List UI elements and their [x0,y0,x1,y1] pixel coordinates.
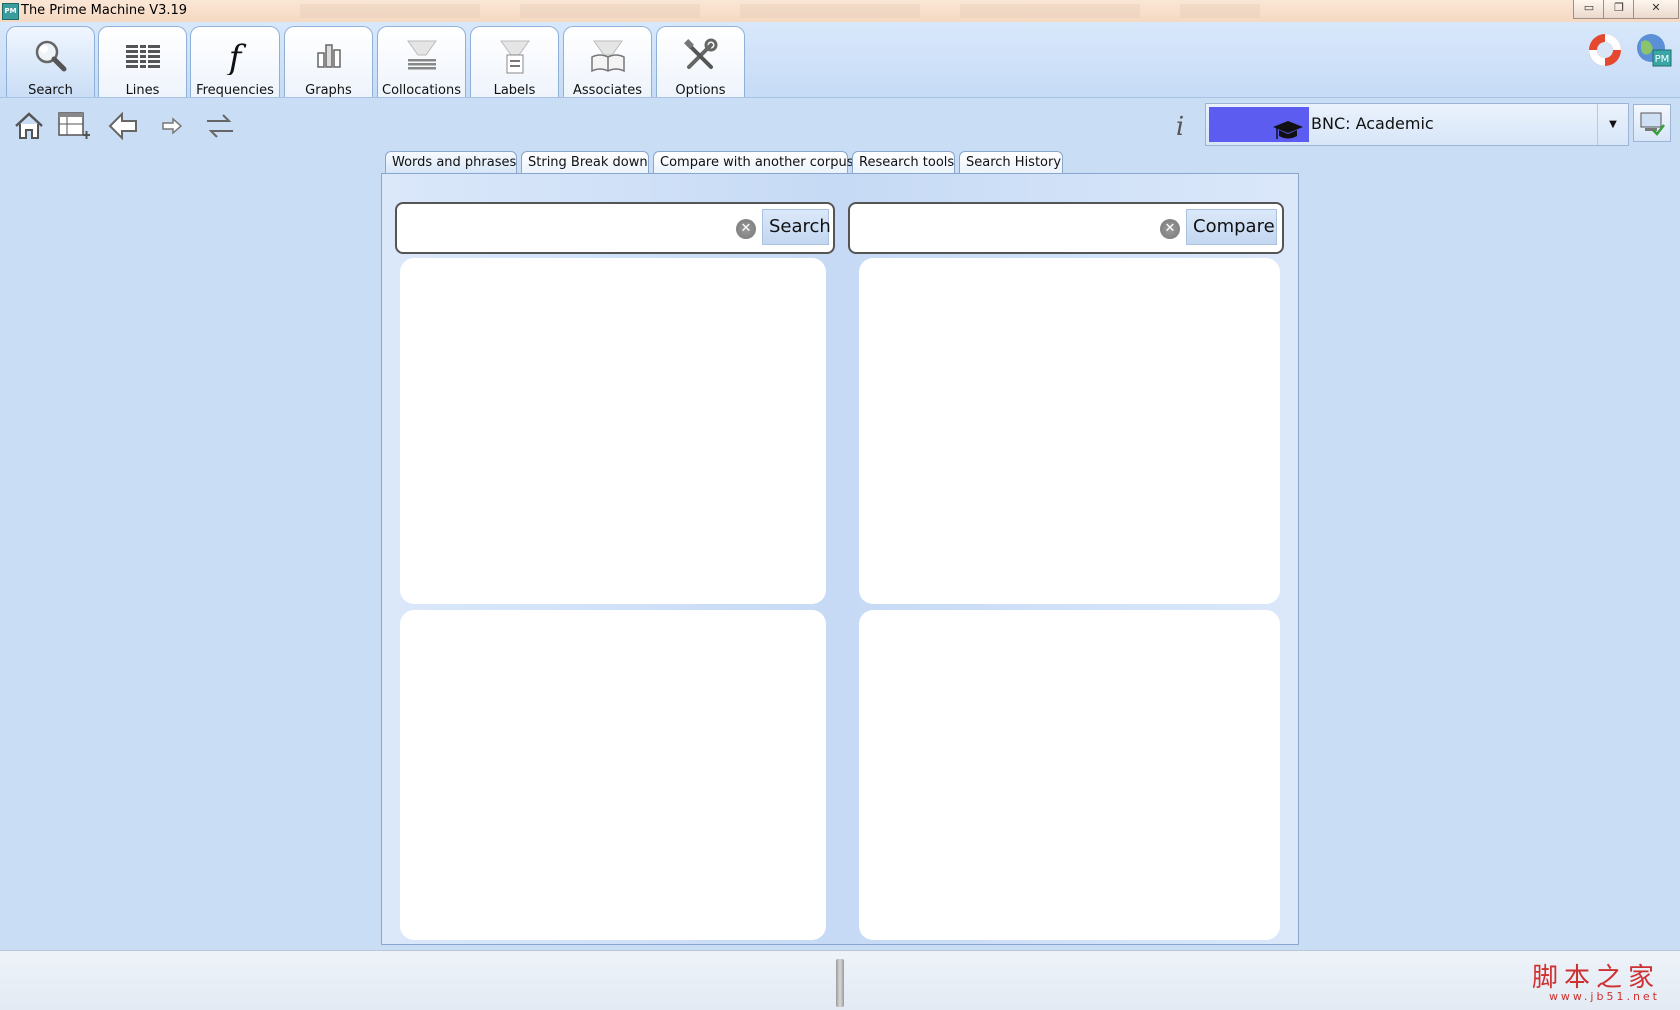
tool-tab-options[interactable]: Options [656,26,745,98]
labels-icon [499,40,530,74]
tab-string-break-down[interactable]: String Break down [521,151,649,174]
compare-input[interactable] [856,209,1160,247]
tool-tab-label: Lines [125,83,160,98]
tab-research-tools[interactable]: Research tools [852,151,955,174]
compare-box: ✕ Compare [848,202,1284,254]
home-icon[interactable] [12,109,46,143]
add-table-icon[interactable] [57,109,91,143]
lines-icon [125,45,160,68]
minimize-button[interactable]: ▭ [1573,0,1605,19]
close-button[interactable]: ✕ [1633,0,1679,19]
svg-text:PM: PM [1655,54,1670,65]
magnifier-icon [35,40,66,72]
graduation-cap-icon [1273,121,1303,139]
corpus-selected-label: BNC: Academic [1311,114,1434,133]
compare-button[interactable]: Compare [1186,209,1277,245]
clear-compare-icon[interactable]: ✕ [1160,219,1180,239]
watermark: 脚本之家 www.jb51.net [1520,957,1660,1003]
info-icon[interactable]: i [1168,112,1192,142]
tool-tab-label: Labels [493,83,536,98]
help-lifebuoy-icon[interactable] [1585,30,1625,70]
title-bar: PM The Prime Machine V3.19 ▭ ❐ ✕ [0,0,1680,23]
associates-book-icon [590,40,625,73]
chevron-down-icon[interactable]: ▼ [1597,104,1628,145]
tool-tab-search[interactable]: Search [6,26,95,98]
restore-button[interactable]: ❐ [1603,0,1635,19]
main-toolbar: Search Lines f Frequencies Graphs Colloc… [0,22,1680,98]
forward-arrow-icon[interactable] [155,109,189,143]
corpus-connect-button[interactable] [1633,104,1671,142]
results-panel-bottom-left[interactable] [400,610,826,940]
corpus-select[interactable]: BNC: Academic ▼ [1205,103,1629,146]
tool-tab-label: Options [675,83,726,98]
function-f-icon: f [226,38,247,75]
collocation-cloud-icon [406,40,437,70]
tool-tab-label: Graphs [305,83,352,98]
tool-tab-label: Collocations [382,83,461,98]
prime-machine-window: PM The Prime Machine V3.19 ▭ ❐ ✕ Search [0,0,1680,1010]
app-logo-icon: PM [2,3,19,20]
search-input[interactable] [403,209,735,247]
clear-search-icon[interactable]: ✕ [736,219,756,239]
tool-tab-associates[interactable]: Associates [563,26,652,98]
svg-text:f: f [226,38,247,75]
results-panel-top-left[interactable] [400,258,826,604]
background-taskbar-strip [300,4,1260,18]
tab-words-and-phrases[interactable]: Words and phrases [385,151,517,174]
watermark-main: 脚本之家 [1531,963,1660,993]
bar-graph-icon [316,44,341,68]
tool-tab-lines[interactable]: Lines [98,26,187,98]
results-panel-bottom-right[interactable] [859,610,1280,940]
splitter-handle[interactable] [836,959,844,1007]
status-bar: 脚本之家 www.jb51.net [0,950,1680,1010]
globe-pm-icon[interactable]: PM [1633,30,1673,70]
tool-tab-graphs[interactable]: Graphs [284,26,373,98]
tool-tab-label: Search [28,83,73,98]
results-panel-top-right[interactable] [859,258,1280,604]
swap-arrows-icon[interactable] [203,109,237,143]
tool-tab-labels[interactable]: Labels [470,26,559,98]
tool-tab-frequencies[interactable]: f Frequencies [190,26,280,98]
search-box: ✕ Search [395,202,835,254]
tool-tab-collocations[interactable]: Collocations [377,26,466,98]
search-button[interactable]: Search [762,209,831,245]
monitor-check-icon [1640,112,1665,136]
tab-compare-with-another-corpus[interactable]: Compare with another corpus [653,151,854,174]
tools-icon [683,38,717,69]
tab-search-history[interactable]: Search History [959,151,1063,174]
words-and-phrases-panel: ✕ Search ✕ Compare [381,173,1299,945]
tool-tab-label: Associates [573,83,642,98]
back-arrow-icon[interactable] [106,109,140,143]
corpus-color-swatch [1209,107,1309,142]
tool-tab-label: Frequencies [196,83,274,98]
window-title: The Prime Machine V3.19 [21,3,188,18]
